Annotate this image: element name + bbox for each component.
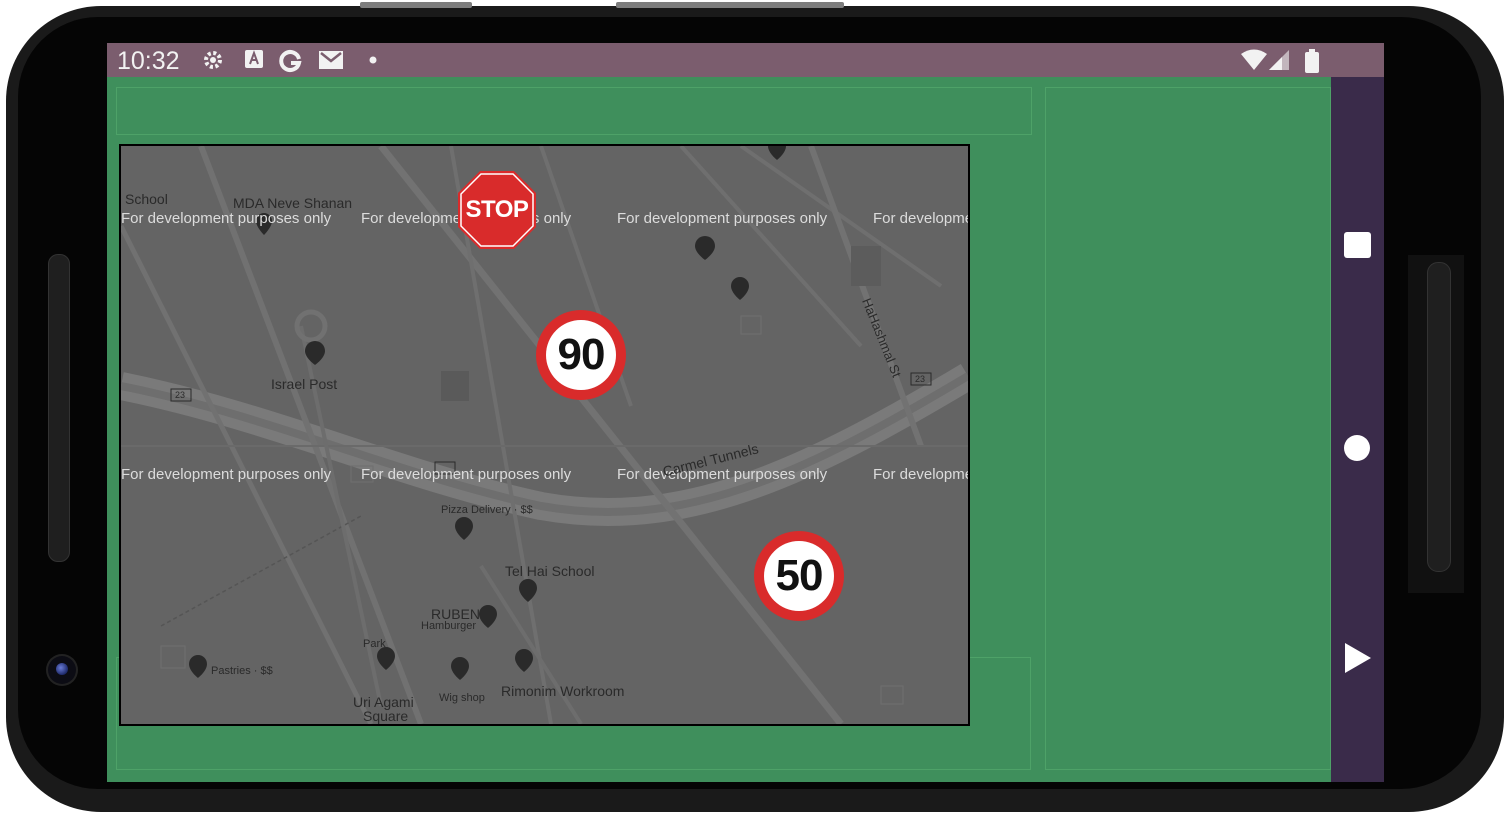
watermark: For development purposes only: [873, 466, 968, 483]
a-icon: [244, 49, 264, 71]
stop-sign-icon[interactable]: STOP: [457, 170, 537, 250]
map-roads: [121, 146, 968, 724]
watermark: For development purposes only: [617, 210, 828, 227]
speaker-grill-left: [48, 254, 70, 562]
map-route-shield: 23: [175, 390, 186, 400]
top-panel: [116, 87, 1032, 135]
watermark: For development purposes only: [361, 466, 572, 483]
battery-icon: [1305, 49, 1319, 73]
map-label-mda: MDA Neve Shanan: [233, 195, 353, 211]
map-label-ruben-sub: Hamburger: [421, 620, 477, 632]
device-screen: 10:32 For development purposes only For …: [107, 43, 1384, 782]
map-label-school: School: [125, 191, 168, 207]
signal-icon: [1268, 49, 1290, 71]
speed-limit-50-icon[interactable]: 50: [754, 531, 844, 621]
map-label-israel-post: Israel Post: [271, 376, 338, 392]
map-view[interactable]: For development purposes only For develo…: [119, 144, 970, 726]
watermark: For development purposes only: [121, 210, 332, 227]
dot-icon: [368, 49, 378, 71]
side-panel: [1045, 87, 1331, 770]
status-bar: 10:32: [107, 43, 1384, 77]
status-time: 10:32: [117, 47, 180, 75]
map-label-park: Park: [363, 638, 386, 650]
map-route-shield: 23: [915, 374, 926, 384]
map-label-uri-square: Square: [363, 708, 409, 724]
navigation-bar: [1331, 77, 1384, 782]
volume-button: [360, 2, 472, 8]
map-label-tel-hai: Tel Hai School: [505, 563, 595, 579]
gmail-icon: [317, 49, 345, 71]
speaker-grill-right: [1427, 262, 1451, 572]
power-button: [616, 2, 844, 8]
speed-limit-50-text: 50: [764, 541, 834, 611]
speed-limit-90-icon[interactable]: 90: [536, 310, 626, 400]
home-circle-icon[interactable]: [1344, 435, 1370, 461]
stop-sign-text: STOP: [465, 196, 529, 223]
back-triangle-icon[interactable]: [1345, 643, 1371, 673]
speed-limit-90-text: 90: [546, 320, 616, 390]
map-label-wig-shop: Wig shop: [439, 692, 485, 704]
front-camera: [46, 654, 78, 686]
map-label-pizza: Pizza Delivery · $$: [441, 504, 533, 516]
gear-icon: [202, 49, 224, 71]
watermark: For development purposes only: [873, 210, 968, 227]
recents-square-icon[interactable]: [1344, 232, 1371, 258]
watermark: For development purposes only: [121, 466, 332, 483]
g-icon: [279, 49, 303, 72]
wifi-icon: [1240, 49, 1268, 71]
map-label-rimonim: Rimonim Workroom: [501, 683, 625, 699]
watermark: For development purposes only: [617, 466, 828, 483]
map-label-pastries: Pastries · $$: [211, 665, 273, 677]
